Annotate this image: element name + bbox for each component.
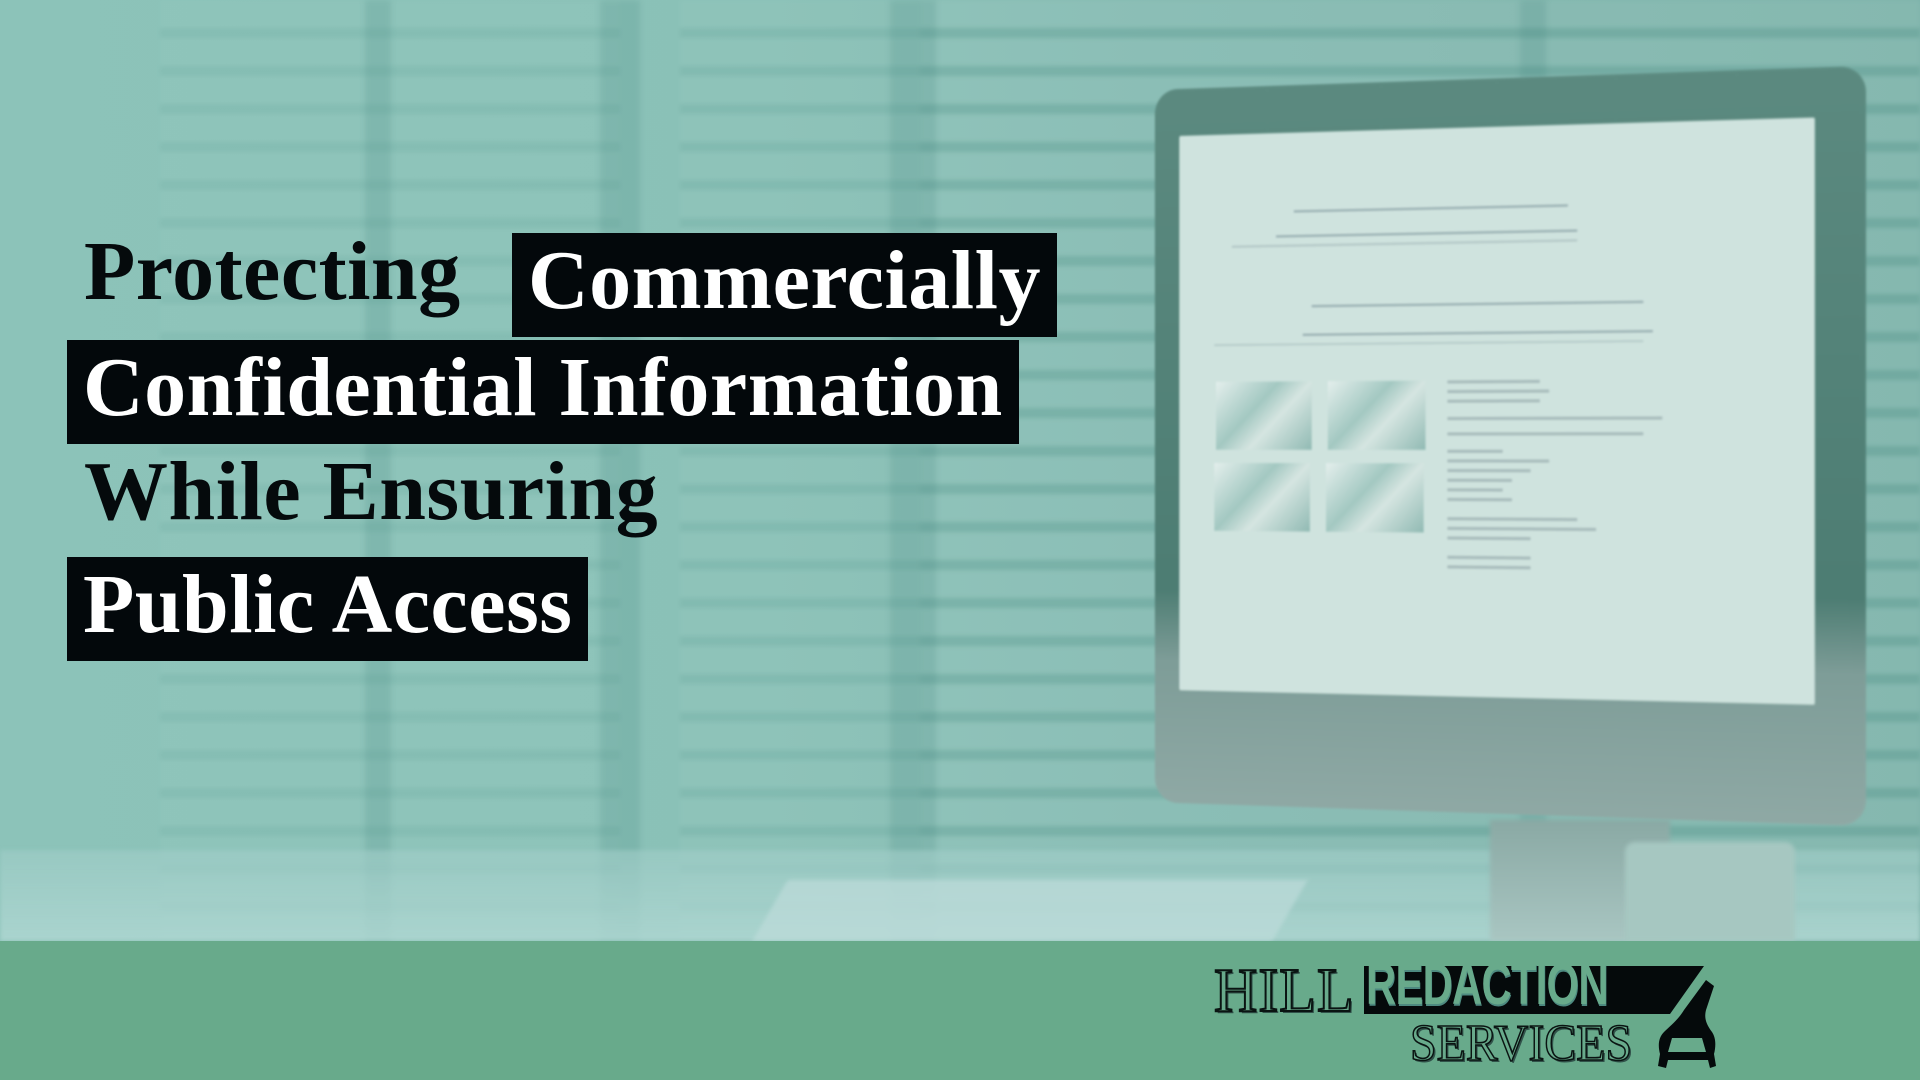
drawing-line: [1231, 239, 1578, 248]
computer-monitor: [1154, 66, 1866, 826]
text-line: [1447, 469, 1531, 473]
drawing-line: [1302, 330, 1653, 336]
thumbnail-image: [1327, 380, 1426, 450]
text-line: [1447, 389, 1550, 394]
drawing-line: [1214, 340, 1644, 347]
text-line: [1447, 498, 1512, 502]
headline-public-access: Public Access: [67, 557, 589, 661]
thumbnail-image: [1214, 462, 1310, 532]
text-line: [1447, 449, 1503, 453]
text-line: [1447, 478, 1512, 482]
headline-while-ensuring: While Ensuring: [84, 445, 659, 538]
thumbnail-image: [1326, 463, 1424, 533]
drawing-line: [1293, 204, 1568, 213]
text-line: [1447, 488, 1503, 492]
text-line: [1447, 399, 1540, 403]
drawing-line: [1276, 229, 1578, 238]
logo-word-services: SERVICES: [1409, 1015, 1633, 1072]
text-line: [1447, 517, 1578, 522]
text-line: [1447, 459, 1550, 463]
text-line: [1447, 565, 1531, 570]
window-blinds: [680, 0, 920, 941]
text-line: [1447, 432, 1644, 436]
redaction-bell-icon: [1658, 980, 1716, 1068]
text-line: [1447, 379, 1540, 384]
text-line: [1447, 536, 1531, 541]
window-frame: [890, 0, 936, 941]
text-line: [1447, 416, 1663, 420]
drawing-line: [1311, 300, 1644, 308]
thumbnail-image: [1216, 381, 1312, 450]
headline-protecting: Protecting: [84, 225, 461, 318]
text-line: [1447, 526, 1597, 531]
monitor-screen: [1179, 117, 1815, 705]
company-logo: HILL REDACTION SERVICES: [1213, 955, 1734, 1072]
coffee-mug: [1625, 842, 1795, 941]
headline-confidential-information: Confidential Information: [67, 340, 1019, 444]
text-line: [1447, 555, 1531, 560]
logo-word-hill: HILL: [1213, 955, 1355, 1025]
logo-word-redaction: REDACTION: [1366, 952, 1608, 1017]
headline-commercially: Commercially: [512, 233, 1057, 337]
keyboard: [752, 880, 1308, 941]
